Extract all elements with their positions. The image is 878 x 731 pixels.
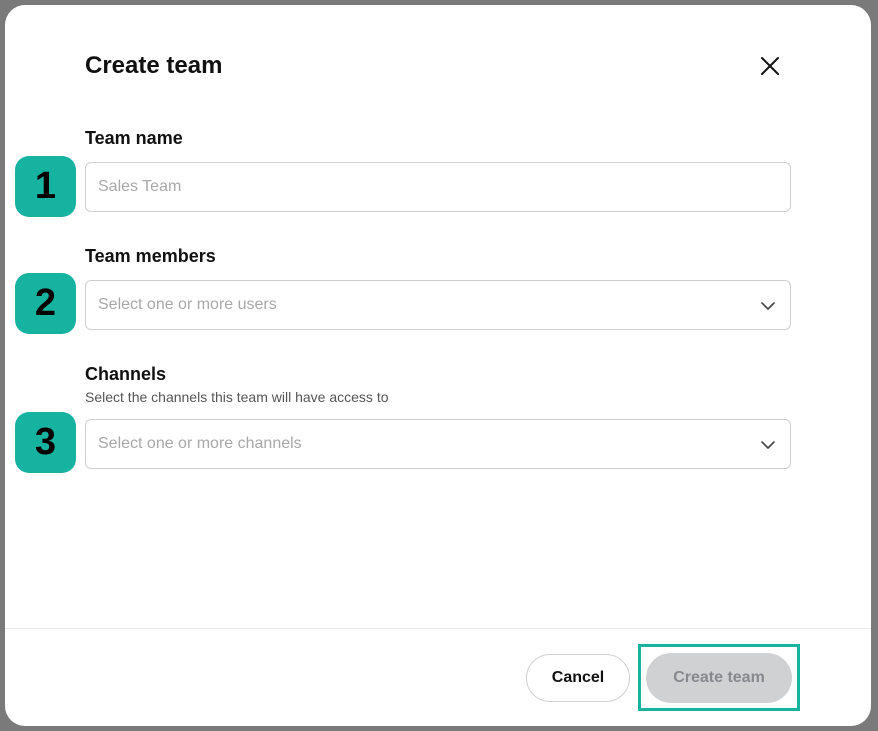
- footer-divider: [5, 628, 871, 629]
- channels-select[interactable]: Select one or more channels: [85, 419, 791, 469]
- chevron-down-icon: [761, 302, 775, 310]
- channels-placeholder: Select one or more channels: [98, 435, 302, 452]
- dialog-title: Create team: [85, 52, 223, 79]
- team-members-placeholder: Select one or more users: [98, 296, 277, 313]
- create-team-button[interactable]: Create team: [646, 653, 792, 703]
- close-icon: [761, 57, 779, 75]
- team-name-label: Team name: [85, 128, 183, 148]
- channels-helper-text: Select the channels this team will have …: [85, 389, 389, 405]
- team-name-input[interactable]: [86, 163, 790, 211]
- chevron-down-icon: [761, 441, 775, 449]
- step-badge-3: 3: [15, 412, 76, 473]
- create-team-dialog: Create team Team name 1 Team members 2 S…: [5, 5, 871, 726]
- team-name-field: [85, 162, 791, 212]
- channels-label: Channels: [85, 364, 167, 384]
- step-badge-2: 2: [15, 273, 76, 334]
- team-members-select[interactable]: Select one or more users: [85, 280, 791, 330]
- step-badge-1: 1: [15, 156, 76, 217]
- cancel-button[interactable]: Cancel: [526, 654, 630, 702]
- close-button[interactable]: [757, 53, 783, 79]
- team-members-label: Team members: [85, 246, 216, 266]
